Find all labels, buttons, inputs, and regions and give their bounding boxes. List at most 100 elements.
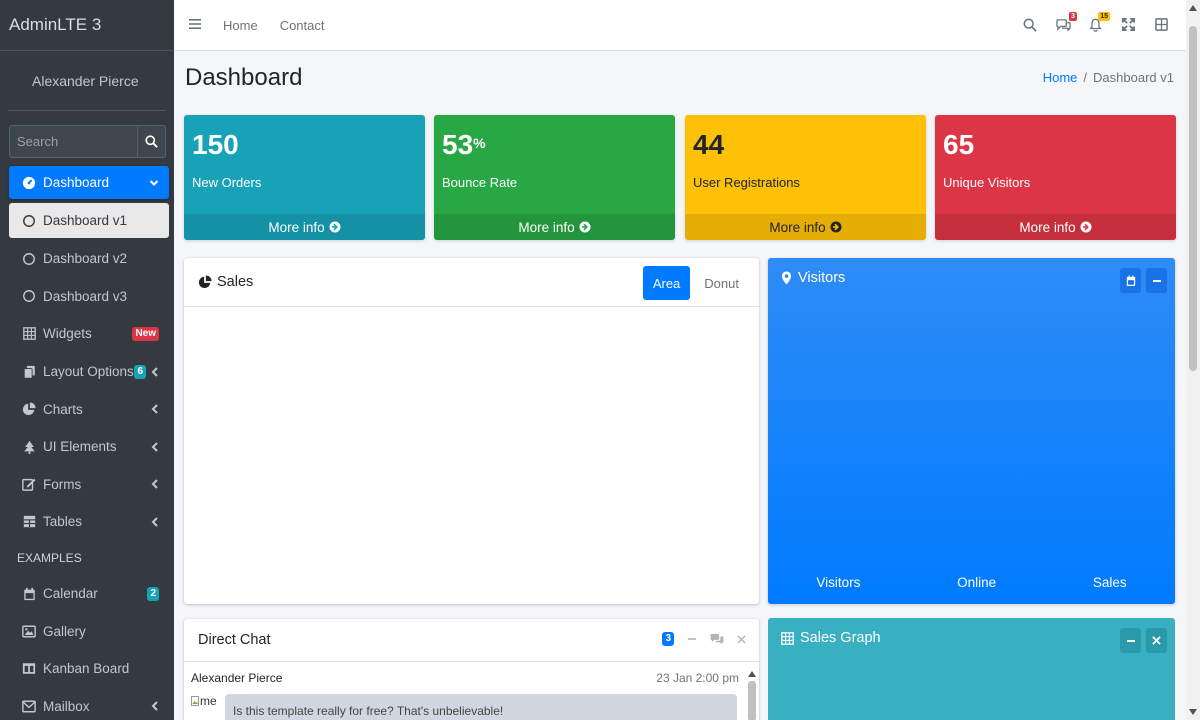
scroll-up-arrow[interactable] — [1189, 5, 1197, 11]
nav-link-home[interactable]: Home — [223, 18, 258, 33]
stat-label: Bounce Rate — [442, 175, 518, 190]
calendar-icon — [21, 586, 37, 602]
sidebar-item-gallery[interactable]: Gallery — [9, 612, 169, 650]
breadcrumb-home-link[interactable]: Home — [1043, 70, 1078, 85]
card-header: Visitors — [781, 270, 845, 286]
sidebar-item-mailbox[interactable]: Mailbox — [9, 688, 169, 720]
menu-toggle-button[interactable] — [189, 18, 203, 32]
breadcrumb: Home / Dashboard v1 — [1043, 70, 1174, 85]
sidebar-item-forms[interactable]: Forms — [9, 466, 169, 504]
more-info-link[interactable]: More info — [935, 214, 1176, 240]
sidebar-item-label: Widgets — [43, 326, 92, 342]
scroll-up-arrow[interactable] — [748, 671, 756, 677]
sidebar-item-charts[interactable]: Charts — [9, 390, 169, 428]
sidebar-item-kanban-board[interactable]: Kanban Board — [9, 650, 169, 688]
visitors-stats: Visitors Online Sales — [768, 575, 1175, 590]
sidebar-item-dashboard-v3[interactable]: Dashboard v3 — [9, 278, 169, 316]
stat-value: 44 — [693, 129, 725, 160]
direct-chat-card: Direct Chat 3 Alexander Pierce 23 Jan 2:… — [184, 619, 759, 720]
control-sidebar-button[interactable] — [1155, 18, 1170, 33]
date-range-button[interactable] — [1120, 268, 1141, 293]
count-badge: 2 — [147, 586, 159, 601]
collapse-button[interactable] — [1146, 268, 1167, 293]
more-info-label: More info — [268, 219, 325, 235]
sidebar-item-calendar[interactable]: Calendar 2 — [9, 575, 169, 613]
sidebar-item-label: Dashboard v3 — [43, 288, 128, 304]
navbar-search-button[interactable] — [1023, 18, 1038, 33]
stat-label: Unique Visitors — [943, 175, 1031, 190]
sidebar-item-dashboard-v2[interactable]: Dashboard v2 — [9, 240, 169, 278]
remove-button[interactable] — [1146, 628, 1167, 653]
th-icon — [781, 631, 794, 645]
message-timestamp: 23 Jan 2:00 pm — [656, 671, 739, 685]
minus-icon — [688, 638, 696, 640]
chevron-left-icon — [151, 701, 158, 712]
sidebar-search-input[interactable]: Search — [9, 125, 137, 158]
sidebar-item-label: Layout Options — [43, 364, 134, 380]
sidebar-item-label: Mailbox — [43, 698, 90, 714]
fullscreen-button[interactable] — [1122, 18, 1137, 33]
stat-box-new-orders: 150 New Orders More info — [184, 115, 425, 240]
page-scrollbar[interactable] — [1186, 0, 1200, 720]
nav-link-contact[interactable]: Contact — [280, 18, 325, 33]
collapse-button[interactable] — [687, 634, 697, 644]
user-panel[interactable]: Alexander Pierce — [8, 51, 166, 111]
chat-scroll-thumb[interactable] — [748, 681, 756, 720]
sidebar-item-label: Charts — [43, 401, 83, 417]
arrow-circle-right-icon — [579, 221, 591, 233]
expand-icon — [1122, 18, 1135, 31]
image-icon — [21, 623, 37, 639]
brand-link[interactable]: AdminLTE 3 — [0, 0, 174, 51]
notifications-dropdown[interactable]: 15 — [1089, 12, 1110, 33]
more-info-link[interactable]: More info — [685, 214, 926, 240]
search-icon — [145, 135, 158, 148]
sidebar-item-dashboard[interactable]: Dashboard — [9, 166, 169, 199]
scroll-down-arrow[interactable] — [1189, 709, 1197, 715]
scroll-thumb[interactable] — [1189, 26, 1197, 371]
sidebar-item-layout-options[interactable]: Layout Options 6 — [9, 353, 169, 391]
sidebar-item-label: Tables — [43, 514, 83, 530]
sidebar-item-ui-elements[interactable]: UI Elements — [9, 428, 169, 466]
card-title: Sales Graph — [800, 630, 881, 646]
close-icon — [1152, 636, 1161, 645]
minus-icon — [1152, 279, 1161, 282]
tree-icon — [21, 439, 37, 455]
stat-value: 65 — [943, 129, 975, 160]
search-icon — [1023, 18, 1037, 32]
chevron-left-icon — [151, 442, 158, 452]
message-header: Alexander Pierce 23 Jan 2:00 pm — [191, 671, 739, 685]
chevron-left-icon — [151, 404, 158, 414]
close-button[interactable] — [737, 634, 746, 644]
chat-scrollbar[interactable] — [748, 671, 756, 720]
more-info-link[interactable]: More info — [434, 214, 675, 240]
collapse-button[interactable] — [1120, 628, 1141, 653]
sales-chart-area — [184, 307, 759, 603]
sidebar-item-label: UI Elements — [43, 439, 117, 455]
brand-text: AdminLTE 3 — [9, 15, 102, 34]
copy-icon — [21, 364, 37, 380]
world-map-area — [768, 303, 1175, 558]
circle-icon — [21, 288, 37, 304]
tab-donut[interactable]: Donut — [694, 266, 749, 300]
circle-icon — [21, 213, 37, 229]
sidebar-item-label: Forms — [43, 476, 82, 492]
tab-area[interactable]: Area — [642, 266, 691, 300]
broken-image-icon — [191, 696, 199, 706]
more-info-link[interactable]: More info — [184, 214, 425, 240]
sidebar-item-label: Dashboard v2 — [43, 251, 128, 267]
arrow-circle-right-icon — [830, 221, 842, 233]
visitors-card: Visitors Visitors Online Sales — [768, 258, 1175, 604]
sidebar-search-button[interactable] — [137, 125, 166, 158]
envelope-icon — [21, 698, 37, 714]
messages-dropdown[interactable]: 3 — [1056, 12, 1077, 33]
app-root: AdminLTE 3 Alexander Pierce Search Dashb… — [0, 0, 1200, 720]
avatar-alt-text: me — [200, 694, 217, 708]
sidebar-item-tables[interactable]: Tables — [9, 503, 169, 541]
stat-label: User Registrations — [693, 175, 800, 190]
nav-header-examples: EXAMPLES — [17, 550, 82, 565]
card-tools: 3 — [662, 632, 746, 646]
contacts-toggle-button[interactable] — [710, 633, 724, 645]
sidebar-item-widgets[interactable]: Widgets New — [9, 315, 169, 353]
pie-chart-icon — [198, 275, 212, 289]
sidebar-item-dashboard-v1[interactable]: Dashboard v1 — [9, 203, 169, 238]
